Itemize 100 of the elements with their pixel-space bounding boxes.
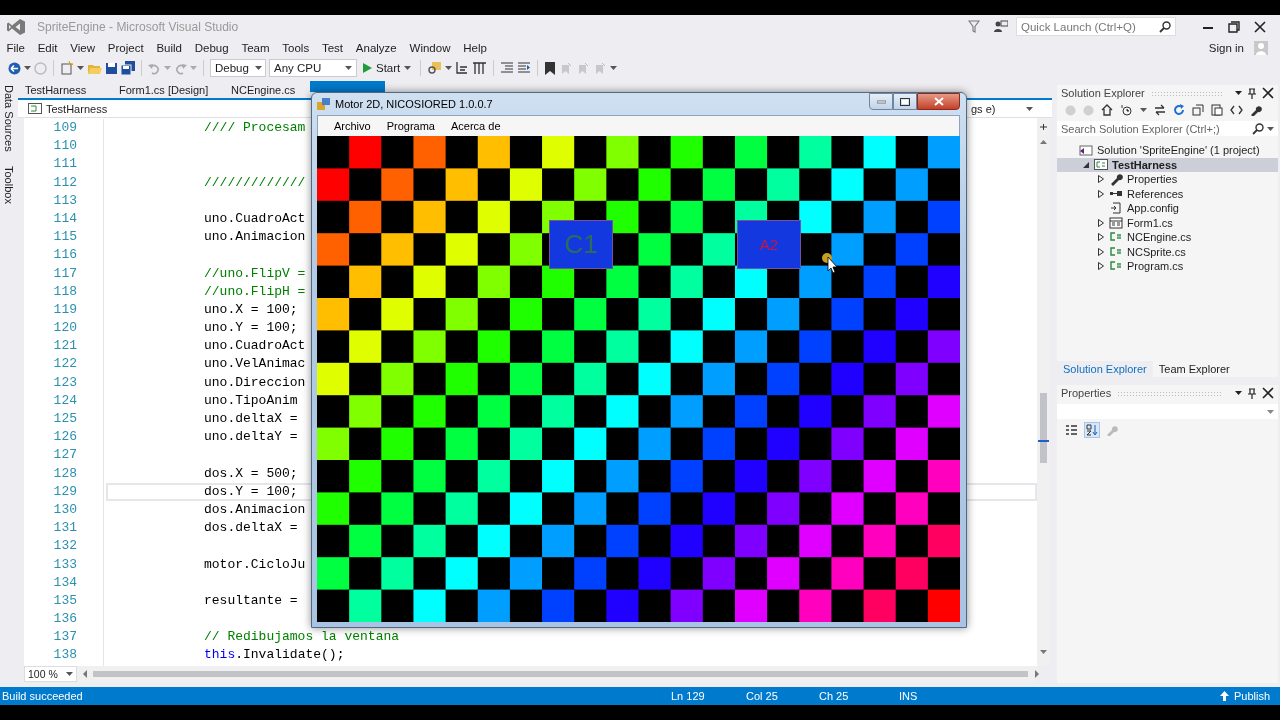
close-icon[interactable] <box>1254 20 1266 33</box>
caret-icon[interactable] <box>345 66 352 70</box>
menu-item[interactable]: Window <box>403 40 457 55</box>
caret-icon[interactable] <box>1235 391 1242 395</box>
document-tab[interactable]: TestHarness <box>18 81 112 98</box>
tree-item[interactable]: App.config <box>1057 201 1278 216</box>
status-message: Build succeeded <box>1 690 84 702</box>
navigation-dropdown[interactable]: gs e) <box>967 101 1037 116</box>
line-number: 109 <box>52 119 77 137</box>
caret-icon[interactable] <box>1267 126 1274 131</box>
search-icon[interactable] <box>1252 122 1264 135</box>
close-button[interactable] <box>917 93 960 110</box>
filter-icon[interactable] <box>968 20 980 33</box>
caret-icon[interactable] <box>1235 91 1242 95</box>
caret-icon[interactable] <box>254 66 262 70</box>
tree-item[interactable]: TestHarness <box>1057 157 1278 172</box>
menu-item[interactable]: File <box>0 40 32 55</box>
document-tab[interactable]: Form1.cs [Design] <box>112 81 224 98</box>
collapsed-arrow-icon[interactable] <box>1097 175 1104 184</box>
start-button[interactable]: Start <box>360 62 415 74</box>
wrench-icon[interactable] <box>1250 104 1262 116</box>
menu-item[interactable]: Project <box>101 40 150 55</box>
search-icon[interactable] <box>1159 20 1171 33</box>
tree-item[interactable]: Program.cs <box>1057 259 1278 274</box>
collapse-all-icon[interactable] <box>1192 104 1204 116</box>
bookmark-icon[interactable] <box>544 61 557 75</box>
indent-icon[interactable] <box>517 62 532 74</box>
insert-mode-indicator[interactable]: INS <box>899 690 1220 702</box>
sort-alphabetical-icon[interactable] <box>1084 422 1100 438</box>
expanded-arrow-icon[interactable] <box>1082 161 1089 168</box>
code-line: ///////////// <box>204 174 306 190</box>
back-icon[interactable] <box>8 61 21 75</box>
line-number: 110 <box>52 137 77 156</box>
navigation-dropdown[interactable]: TestHarness <box>24 101 314 116</box>
menu-item[interactable]: Acerca de <box>443 120 509 132</box>
quick-launch-field[interactable]: Quick Launch (Ctrl+Q) <box>1016 17 1176 36</box>
tree-item[interactable]: NCSprite.cs <box>1057 244 1278 259</box>
caret-icon[interactable] <box>610 66 618 70</box>
maximize-button[interactable] <box>893 93 917 110</box>
menu-item[interactable]: Analyze <box>349 40 404 55</box>
history-icon[interactable] <box>1120 104 1133 116</box>
menu-item[interactable]: Programa <box>378 120 443 132</box>
tree-item[interactable]: Solution 'SpriteEngine' (1 project) <box>1057 143 1278 158</box>
caret-icon[interactable] <box>1026 106 1033 111</box>
collapsed-arrow-icon[interactable] <box>1097 189 1104 198</box>
caret-icon[interactable] <box>65 672 73 676</box>
caret-icon[interactable] <box>77 66 84 70</box>
tree-item[interactable]: References <box>1057 186 1278 201</box>
save-all-icon[interactable] <box>121 61 135 75</box>
show-all-files-icon[interactable] <box>1211 104 1223 116</box>
collapsed-arrow-icon[interactable] <box>1097 247 1104 256</box>
line-number: 131 <box>52 519 77 538</box>
feedback-icon[interactable] <box>994 20 1008 33</box>
menu-item[interactable]: Build <box>150 40 189 55</box>
caret-icon[interactable] <box>404 66 412 70</box>
pin-icon[interactable] <box>1248 387 1256 399</box>
menu-item[interactable]: Debug <box>188 40 236 55</box>
columns-icon[interactable] <box>472 61 488 75</box>
menu-item[interactable]: Team <box>235 40 276 55</box>
menu-item[interactable]: Test <box>315 40 350 55</box>
zoom-dropdown[interactable]: 100 % <box>24 666 77 682</box>
caret-icon[interactable] <box>445 66 453 70</box>
sign-in-link[interactable]: Sign in <box>1208 41 1244 54</box>
close-icon[interactable] <box>1262 87 1274 99</box>
sync-icon[interactable] <box>1154 104 1166 116</box>
code-view-icon[interactable] <box>1230 105 1243 115</box>
restore-icon[interactable] <box>1228 20 1240 33</box>
code-line: uno.Animacion <box>204 229 306 245</box>
menu-item[interactable]: Archivo <box>326 120 379 132</box>
home-icon[interactable] <box>1101 104 1113 116</box>
side-tab[interactable]: Data Sources <box>3 83 15 154</box>
caret-icon[interactable] <box>1140 108 1147 112</box>
platform-dropdown[interactable]: Any CPU <box>269 59 357 77</box>
step-icon[interactable] <box>455 61 470 75</box>
tree-item[interactable]: NCEngine.cs <box>1057 230 1278 245</box>
tree-item[interactable]: Form1.cs <box>1057 215 1278 230</box>
publish-button[interactable]: Publish <box>1219 690 1270 702</box>
char-indicator: Ch 25 <box>819 690 850 702</box>
pin-icon[interactable] <box>1248 87 1256 99</box>
search-field[interactable]: Search Solution Explorer (Ctrl+;) <box>1057 121 1278 136</box>
code-line: motor.CicloJu <box>204 556 306 572</box>
close-icon[interactable] <box>1262 387 1274 399</box>
document-tab[interactable]: NCEngine.cs <box>224 81 310 98</box>
menu-item[interactable]: Tools <box>275 40 316 55</box>
caret-icon[interactable] <box>24 66 31 70</box>
categorized-icon[interactable] <box>1065 423 1078 437</box>
find-in-files-icon[interactable] <box>427 61 443 75</box>
refresh-icon[interactable] <box>1173 104 1185 116</box>
save-icon[interactable] <box>105 61 118 75</box>
menu-item[interactable]: View <box>63 40 102 55</box>
outdent-icon[interactable] <box>500 62 515 74</box>
side-tab[interactable]: Toolbox <box>3 163 15 206</box>
menu-item[interactable]: Edit <box>31 40 64 55</box>
panel-tab[interactable]: Solution Explorer <box>1057 361 1153 377</box>
collapsed-arrow-icon[interactable] <box>1097 218 1104 227</box>
collapsed-arrow-icon[interactable] <box>1097 262 1104 271</box>
collapsed-arrow-icon[interactable] <box>1097 233 1104 242</box>
menu-item[interactable]: Help <box>456 40 494 55</box>
configuration-dropdown[interactable]: Debug <box>210 59 266 77</box>
tree-item[interactable]: Properties <box>1057 172 1278 187</box>
